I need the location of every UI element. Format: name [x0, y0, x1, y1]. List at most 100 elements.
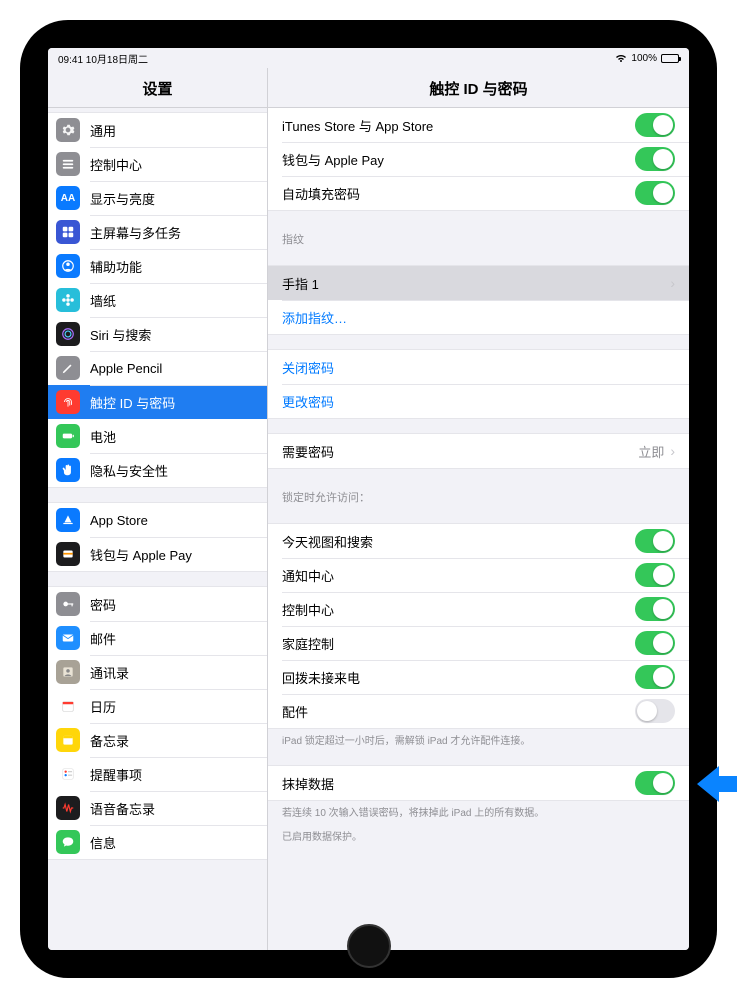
sidebar-item-label: 密码	[90, 595, 116, 614]
sidebar-item-label: 提醒事项	[90, 765, 142, 784]
label: iTunes Store 与 App Store	[282, 116, 433, 135]
row-itunes-appstore[interactable]: iTunes Store 与 App Store	[268, 108, 689, 142]
switch-itunes-appstore[interactable]	[635, 113, 675, 137]
grid-icon	[56, 220, 80, 244]
label: 关闭密码	[282, 358, 334, 377]
sidebar-item-voice-memos[interactable]: 语音备忘录	[48, 791, 267, 825]
row-erase-data[interactable]: 抹掉数据	[268, 766, 689, 800]
switch-password-autofill[interactable]	[635, 181, 675, 205]
sidebar: 设置 通用控制中心 AA显示与亮度主屏幕与多任务辅助功能墙纸Siri 与搜索 App…	[48, 68, 268, 950]
switch-accessories[interactable]	[635, 699, 675, 723]
person-icon	[56, 254, 80, 278]
sidebar-item-accessibility[interactable]: 辅助功能	[48, 249, 267, 283]
row-require-passcode[interactable]: 需要密码 立即 ›	[268, 434, 689, 468]
sidebar-item-label: Apple Pencil	[90, 361, 162, 376]
sidebar-item-app-store[interactable]: App Store	[48, 503, 267, 537]
sidebar-item-wallpaper[interactable]: 墙纸	[48, 283, 267, 317]
detail-content: iTunes Store 与 App Store 钱包与 Apple Pay 自…	[268, 108, 689, 950]
sidebar-item-label: 通讯录	[90, 663, 129, 682]
battery-percent: 100%	[631, 53, 657, 64]
fingerprint-icon	[56, 390, 80, 414]
gear-icon	[56, 118, 80, 142]
detail-title: 触控 ID 与密码	[268, 68, 689, 108]
row-return-calls[interactable]: 回拨未接来电	[268, 660, 689, 694]
calendar-icon	[56, 694, 80, 718]
label: 添加指纹…	[282, 308, 347, 327]
label: 回拨未接来电	[282, 668, 360, 687]
chevron-right-icon: ›	[670, 443, 675, 459]
wifi-icon	[615, 53, 627, 63]
appstore-icon	[56, 508, 80, 532]
label: 自动填充密码	[282, 184, 360, 203]
sidebar-item-label: 通用	[90, 121, 116, 140]
sidebar-item-label: 主屏幕与多任务	[90, 223, 181, 242]
screen: 09:41 10月18日周二 100% 设置 通用控制中心 AA显示与亮度主屏幕与…	[48, 48, 689, 950]
switch-wallet-applepay[interactable]	[635, 147, 675, 171]
sidebar-item-apple-pencil[interactable]: Apple Pencil	[48, 351, 267, 385]
sidebar-item-display-brightness[interactable]: AA显示与亮度	[48, 181, 267, 215]
reminders-icon	[56, 762, 80, 786]
erase-footer-1: 若连续 10 次输入错误密码，将抹掉此 iPad 上的所有数据。	[268, 801, 689, 823]
sidebar-item-notes[interactable]: 备忘录	[48, 723, 267, 757]
sidebar-item-calendar[interactable]: 日历	[48, 689, 267, 723]
switch-control-center[interactable]	[635, 597, 675, 621]
status-bar: 09:41 10月18日周二 100%	[48, 48, 689, 68]
sidebar-item-contacts[interactable]: 通讯录	[48, 655, 267, 689]
sidebar-item-passwords[interactable]: 密码	[48, 587, 267, 621]
row-control-center[interactable]: 控制中心	[268, 592, 689, 626]
sidebar-item-home-screen[interactable]: 主屏幕与多任务	[48, 215, 267, 249]
sidebar-item-reminders[interactable]: 提醒事项	[48, 757, 267, 791]
row-password-autofill[interactable]: 自动填充密码	[268, 176, 689, 210]
row-notification-center[interactable]: 通知中心	[268, 558, 689, 592]
sidebar-item-siri-search[interactable]: Siri 与搜索	[48, 317, 267, 351]
sidebar-item-messages[interactable]: 信息	[48, 825, 267, 859]
switch-erase-data[interactable]	[635, 771, 675, 795]
label: 手指 1	[282, 274, 319, 293]
wallet-icon	[56, 542, 80, 566]
sidebar-item-label: 钱包与 Apple Pay	[90, 545, 192, 564]
fingerprints-header: 指纹	[268, 215, 689, 251]
switch-today-search[interactable]	[635, 529, 675, 553]
battery-icon	[661, 54, 679, 63]
mail-icon	[56, 626, 80, 650]
row-finger-1[interactable]: 手指 1 ›	[268, 266, 689, 300]
row-turn-off-passcode[interactable]: 关闭密码	[268, 350, 689, 384]
sidebar-item-mail[interactable]: 邮件	[48, 621, 267, 655]
switch-home-control[interactable]	[635, 631, 675, 655]
voice-icon	[56, 796, 80, 820]
sidebar-item-privacy-security[interactable]: 隐私与安全性	[48, 453, 267, 487]
switch-notification-center[interactable]	[635, 563, 675, 587]
label: 今天视图和搜索	[282, 532, 373, 551]
sidebar-item-label: 控制中心	[90, 155, 142, 174]
sidebar-item-label: 触控 ID 与密码	[90, 393, 175, 412]
sidebar-item-general[interactable]: 通用	[48, 113, 267, 147]
hand-icon	[56, 458, 80, 482]
status-time-date: 09:41 10月18日周二	[58, 51, 148, 66]
switch-return-calls[interactable]	[635, 665, 675, 689]
contacts-icon	[56, 660, 80, 684]
row-today-search[interactable]: 今天视图和搜索	[268, 524, 689, 558]
sidebar-item-wallet-applepay[interactable]: 钱包与 Apple Pay	[48, 537, 267, 571]
notes-icon	[56, 728, 80, 752]
sidebar-item-battery[interactable]: 电池	[48, 419, 267, 453]
sidebar-list: 通用控制中心 AA显示与亮度主屏幕与多任务辅助功能墙纸Siri 与搜索 Apple …	[48, 108, 267, 950]
row-home-control[interactable]: 家庭控制	[268, 626, 689, 660]
row-wallet-applepay[interactable]: 钱包与 Apple Pay	[268, 142, 689, 176]
sidebar-item-touchid-passcode[interactable]: 触控 ID 与密码	[48, 385, 267, 419]
chevron-right-icon: ›	[670, 275, 675, 291]
allow-access-header: 锁定时允许访问：	[268, 473, 689, 509]
sidebar-item-label: 显示与亮度	[90, 189, 155, 208]
row-accessories[interactable]: 配件	[268, 694, 689, 728]
sidebar-title: 设置	[48, 68, 267, 108]
sidebar-item-label: 信息	[90, 833, 116, 852]
status-right: 100%	[615, 53, 679, 64]
sidebar-item-label: App Store	[90, 513, 148, 528]
home-button[interactable]	[347, 924, 391, 968]
label: 家庭控制	[282, 634, 334, 653]
detail-pane: 触控 ID 与密码 iTunes Store 与 App Store 钱包与 A…	[268, 68, 689, 950]
sidebar-item-control-center[interactable]: 控制中心	[48, 147, 267, 181]
row-change-passcode[interactable]: 更改密码	[268, 384, 689, 418]
sliders-icon	[56, 152, 80, 176]
erase-footer-2: 已启用数据保护。	[268, 823, 689, 847]
row-add-fingerprint[interactable]: 添加指纹…	[268, 300, 689, 334]
